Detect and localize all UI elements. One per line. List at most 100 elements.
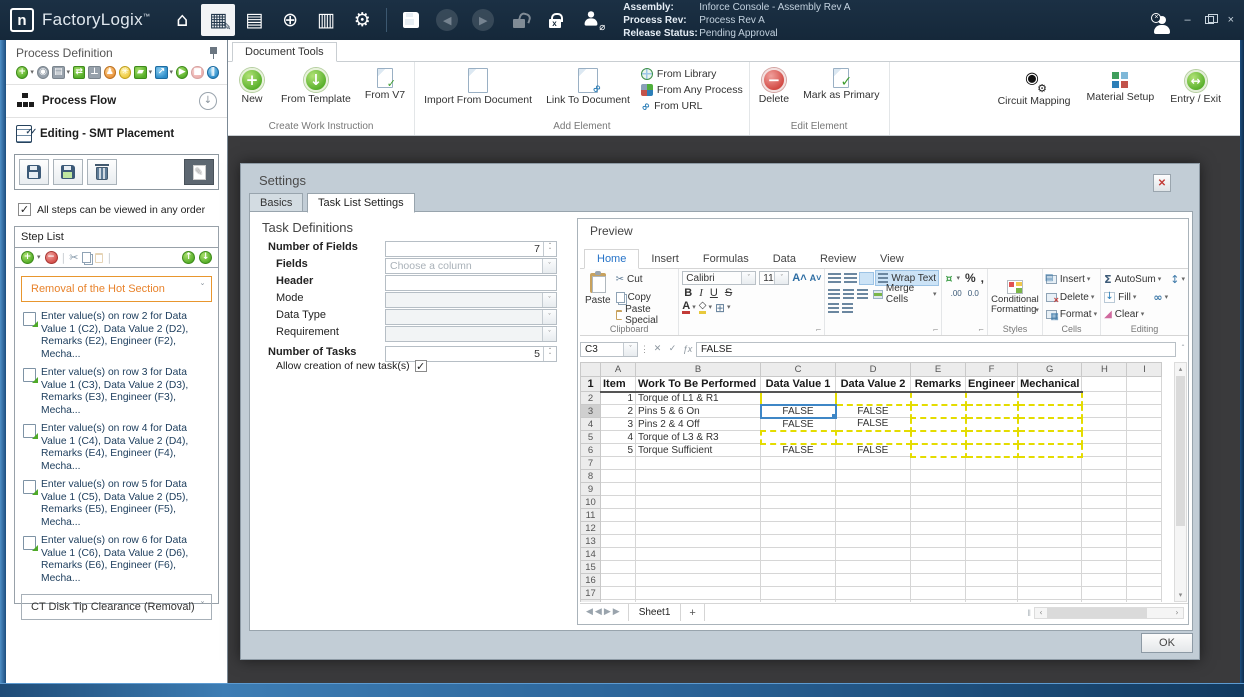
- cell-H9[interactable]: [1081, 482, 1128, 496]
- mode-select[interactable]: ˇ: [385, 292, 557, 308]
- row-header-15[interactable]: 15: [580, 560, 601, 574]
- any-order-checkbox[interactable]: ✓: [18, 203, 31, 216]
- cell-H6[interactable]: [1081, 443, 1128, 457]
- production-icon[interactable]: ▤: [237, 4, 271, 36]
- grow-font-icon[interactable]: A˄: [792, 272, 806, 284]
- ok-button[interactable]: OK: [1141, 633, 1193, 653]
- delete-cells-button[interactable]: Delete▾: [1045, 291, 1097, 305]
- cell-F4[interactable]: [964, 416, 1019, 432]
- cell-E18[interactable]: [910, 599, 966, 602]
- sheet-nav-icons[interactable]: ◀◀▶▶: [580, 608, 628, 617]
- cell-C6[interactable]: FALSE: [760, 443, 836, 457]
- cell-C15[interactable]: [760, 560, 836, 574]
- link-to-document-button[interactable]: ∞ Link To Document: [543, 66, 633, 109]
- column-header-D[interactable]: D: [835, 362, 911, 377]
- reports-icon[interactable]: ▥: [309, 4, 343, 36]
- cell-F6[interactable]: [964, 442, 1019, 458]
- delete-step-button[interactable]: [87, 159, 117, 185]
- open-folder-icon[interactable]: ▰: [134, 66, 147, 79]
- row-header-3[interactable]: 3: [580, 404, 601, 418]
- editing-row[interactable]: Editing - SMT Placement: [6, 117, 227, 150]
- cell-C13[interactable]: [760, 534, 836, 548]
- cell-F11[interactable]: [964, 508, 1019, 522]
- cell-E7[interactable]: [910, 456, 966, 470]
- cell-A16[interactable]: [600, 573, 636, 587]
- font-size-select[interactable]: 11 ˇ: [759, 271, 790, 285]
- cell-D9[interactable]: [835, 482, 911, 496]
- conditional-formatting-button[interactable]: Conditional Formatting▾: [991, 295, 1039, 315]
- sheet-tab-sheet1[interactable]: Sheet1: [627, 604, 682, 621]
- cell-C3[interactable]: FALSE: [759, 403, 837, 419]
- pause-icon[interactable]: ∥: [206, 66, 219, 79]
- align-left-icon[interactable]: [828, 288, 840, 300]
- cell-I1[interactable]: [1126, 376, 1163, 392]
- font-family-select[interactable]: Calibri ˇ: [682, 271, 757, 285]
- insert-cells-button[interactable]: Insert▾: [1045, 272, 1097, 286]
- cell-C1[interactable]: Data Value 1: [760, 376, 836, 393]
- active-step-item[interactable]: Removal of the Hot Section ˇ: [21, 276, 212, 302]
- cell-F14[interactable]: [964, 547, 1019, 561]
- cell-H18[interactable]: [1081, 599, 1128, 602]
- data-type-select[interactable]: ˇ: [385, 309, 557, 325]
- circuit-mapping-button[interactable]: Circuit Mapping: [995, 68, 1074, 135]
- format-cells-button[interactable]: Format▾: [1045, 308, 1097, 322]
- cell-F9[interactable]: [964, 482, 1019, 496]
- column-header-I[interactable]: I: [1126, 362, 1163, 377]
- row-header-4[interactable]: 4: [580, 417, 601, 431]
- cell-H11[interactable]: [1081, 508, 1128, 522]
- cell-B7[interactable]: [635, 456, 761, 470]
- comma-icon[interactable]: ,: [981, 271, 984, 285]
- align-top-icon[interactable]: [828, 272, 842, 284]
- cell-I16[interactable]: [1126, 573, 1163, 587]
- approvals-icon[interactable]: ✳: [119, 66, 132, 79]
- header-input[interactable]: [385, 275, 557, 291]
- cell-E16[interactable]: [910, 573, 966, 587]
- row-header-13[interactable]: 13: [580, 534, 601, 548]
- step-list-item[interactable]: Enter value(s) on row 5 for Data Value 1…: [15, 476, 218, 532]
- fields-select[interactable]: Choose a column ˇ: [385, 258, 557, 274]
- cell-H17[interactable]: [1081, 586, 1128, 600]
- column-header-A[interactable]: A: [600, 362, 636, 377]
- cell-A18[interactable]: [600, 599, 636, 602]
- cell-D1[interactable]: Data Value 2: [835, 376, 911, 393]
- cell-D8[interactable]: [835, 469, 911, 483]
- spinner[interactable]: ˆˇ: [543, 242, 556, 256]
- add-step-icon[interactable]: +: [21, 251, 34, 264]
- cell-A12[interactable]: [600, 521, 636, 535]
- formula-bar-expand-icon[interactable]: ˆ: [1178, 345, 1188, 353]
- export-icon[interactable]: ↗: [155, 66, 168, 79]
- cell-H8[interactable]: [1081, 469, 1128, 483]
- cell-C18[interactable]: [760, 599, 836, 602]
- cell-F17[interactable]: [964, 586, 1019, 600]
- cell-B16[interactable]: [635, 573, 761, 587]
- scroll-up-icon[interactable]: ▴: [1175, 363, 1186, 375]
- cell-F18[interactable]: [964, 599, 1019, 602]
- cell-B15[interactable]: [635, 560, 761, 574]
- step-list-item[interactable]: Enter value(s) on row 4 for Data Value 1…: [15, 420, 218, 476]
- cell-F3[interactable]: [964, 403, 1019, 419]
- cell-D12[interactable]: [835, 521, 911, 535]
- stop-icon[interactable]: ■: [191, 66, 204, 79]
- cell-C8[interactable]: [760, 469, 836, 483]
- add-sheet-button[interactable]: +: [681, 604, 705, 621]
- conditional-formatting-icon[interactable]: [1006, 280, 1023, 294]
- cell-A11[interactable]: [600, 508, 636, 522]
- cell-I6[interactable]: [1126, 443, 1163, 457]
- grid-vertical-scrollbar[interactable]: ▴ ▾: [1174, 362, 1187, 602]
- align-right-icon[interactable]: [856, 288, 869, 300]
- step-list-item[interactable]: Enter value(s) on row 6 for Data Value 1…: [15, 532, 218, 588]
- cell-B8[interactable]: [635, 469, 761, 483]
- borders-button[interactable]: ⊞: [715, 302, 725, 314]
- cell-E1[interactable]: Remarks: [910, 376, 966, 393]
- cell-D18[interactable]: [835, 599, 911, 602]
- increase-indent-icon[interactable]: [842, 303, 854, 314]
- cell-B4[interactable]: Pins 2 & 4 Off: [635, 417, 761, 431]
- column-header-H[interactable]: H: [1081, 362, 1128, 377]
- cell-B14[interactable]: [635, 547, 761, 561]
- cell-H13[interactable]: [1081, 534, 1128, 548]
- find-icon[interactable]: ∞: [1153, 292, 1162, 303]
- cell-H1[interactable]: [1081, 376, 1128, 392]
- sort-filter-icon[interactable]: ↕: [1170, 274, 1179, 285]
- cell-D17[interactable]: [835, 586, 911, 600]
- tab-task-list-settings[interactable]: Task List Settings: [307, 193, 415, 213]
